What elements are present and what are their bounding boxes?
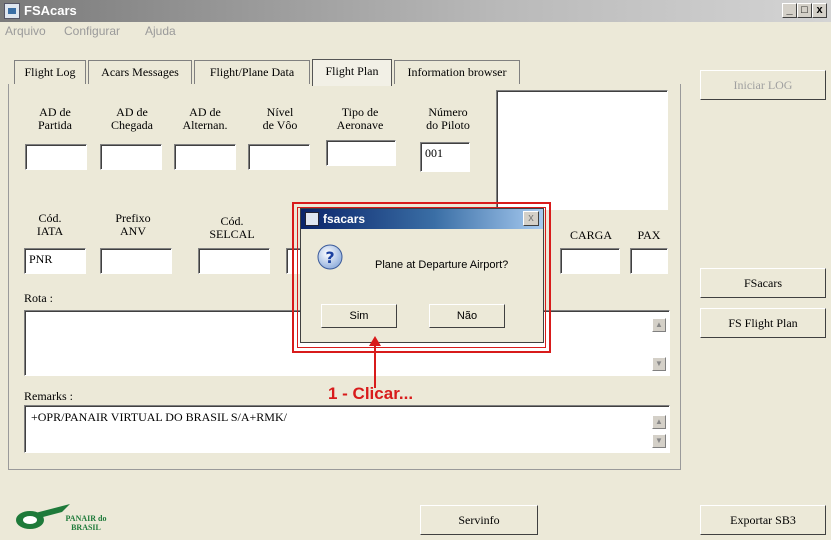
- rota-scroll-up-icon[interactable]: ▲: [652, 318, 666, 332]
- annotation-arrow-icon: [369, 336, 381, 388]
- pax-input[interactable]: [630, 248, 668, 274]
- annotation-label: 1 - Clicar...: [328, 384, 414, 403]
- panair-logo: PANAIR do BRASIL: [10, 496, 120, 536]
- rota-scroll-down-icon[interactable]: ▼: [652, 357, 666, 371]
- label-ad-partida: AD de Partida: [38, 105, 72, 132]
- label-numero-piloto: Número do Piloto: [426, 105, 470, 132]
- remarks-scroll-down-icon[interactable]: ▼: [652, 434, 666, 448]
- minimize-button[interactable]: _: [782, 3, 797, 18]
- label-ad-chegada: AD de Chegada: [111, 105, 153, 132]
- ad-partida-input[interactable]: [25, 144, 87, 170]
- menu-configurar[interactable]: Configurar: [64, 24, 120, 38]
- tab-flight-plan[interactable]: Flight Plan: [312, 59, 392, 86]
- label-pax: PAX: [637, 228, 661, 242]
- label-cod-selcal: Cód. SELCAL: [209, 214, 255, 241]
- fsacars-button[interactable]: FSacars: [700, 268, 826, 298]
- logo-text: PANAIR do BRASIL: [65, 514, 107, 532]
- menu-ajuda[interactable]: Ajuda: [145, 24, 176, 38]
- tab-flight-plane-data[interactable]: Flight/Plane Data: [194, 60, 310, 84]
- iniciar-log-button[interactable]: Iniciar LOG: [700, 70, 826, 100]
- menu-arquivo[interactable]: Arquivo: [5, 24, 46, 38]
- label-rota: Rota :: [24, 291, 53, 305]
- label-carga: CARGA: [569, 228, 612, 242]
- tab-information-browser[interactable]: Information browser: [394, 60, 520, 84]
- cod-selcal-input[interactable]: [198, 248, 270, 274]
- info-box: [496, 90, 668, 210]
- numero-piloto-input[interactable]: 001: [420, 142, 470, 172]
- app-icon: [4, 3, 20, 19]
- window-controls: _ □ x: [782, 3, 827, 19]
- ad-chegada-input[interactable]: [100, 144, 162, 170]
- tab-acars-messages[interactable]: Acars Messages: [88, 60, 192, 84]
- window-titlebar: FSAcars _ □ x: [0, 0, 831, 22]
- tab-flight-log[interactable]: Flight Log: [14, 60, 86, 84]
- cod-iata-input[interactable]: PNR: [24, 248, 86, 274]
- remarks-textarea[interactable]: +OPR/PANAIR VIRTUAL DO BRASIL S/A+RMK/: [24, 405, 670, 453]
- prefixo-anv-input[interactable]: [100, 248, 172, 274]
- label-nivel-voo: Nível de Vôo: [262, 105, 298, 132]
- nivel-voo-input[interactable]: [248, 144, 310, 170]
- label-cod-iata: Cód. IATA: [36, 211, 64, 238]
- label-remarks: Remarks :: [24, 389, 73, 403]
- carga-input[interactable]: [560, 248, 620, 274]
- ad-alternan-input[interactable]: [174, 144, 236, 170]
- maximize-button[interactable]: □: [797, 3, 812, 18]
- label-prefixo-anv: Prefixo ANV: [115, 211, 151, 238]
- servinfo-button[interactable]: Servinfo: [420, 505, 538, 535]
- exportar-sb3-button[interactable]: Exportar SB3: [700, 505, 826, 535]
- highlight-inner-box: [297, 207, 546, 348]
- close-button[interactable]: x: [812, 3, 827, 18]
- menu-bar: Arquivo Configurar Ajuda: [0, 22, 700, 40]
- remarks-scroll-up-icon[interactable]: ▲: [652, 415, 666, 429]
- label-ad-alternan: AD de Alternan.: [182, 105, 228, 132]
- fs-flight-plan-button[interactable]: FS Flight Plan: [700, 308, 826, 338]
- tipo-aeronave-input[interactable]: [326, 140, 396, 166]
- label-tipo-aeronave: Tipo de Aeronave: [336, 105, 384, 132]
- window-title: FSAcars: [24, 3, 77, 18]
